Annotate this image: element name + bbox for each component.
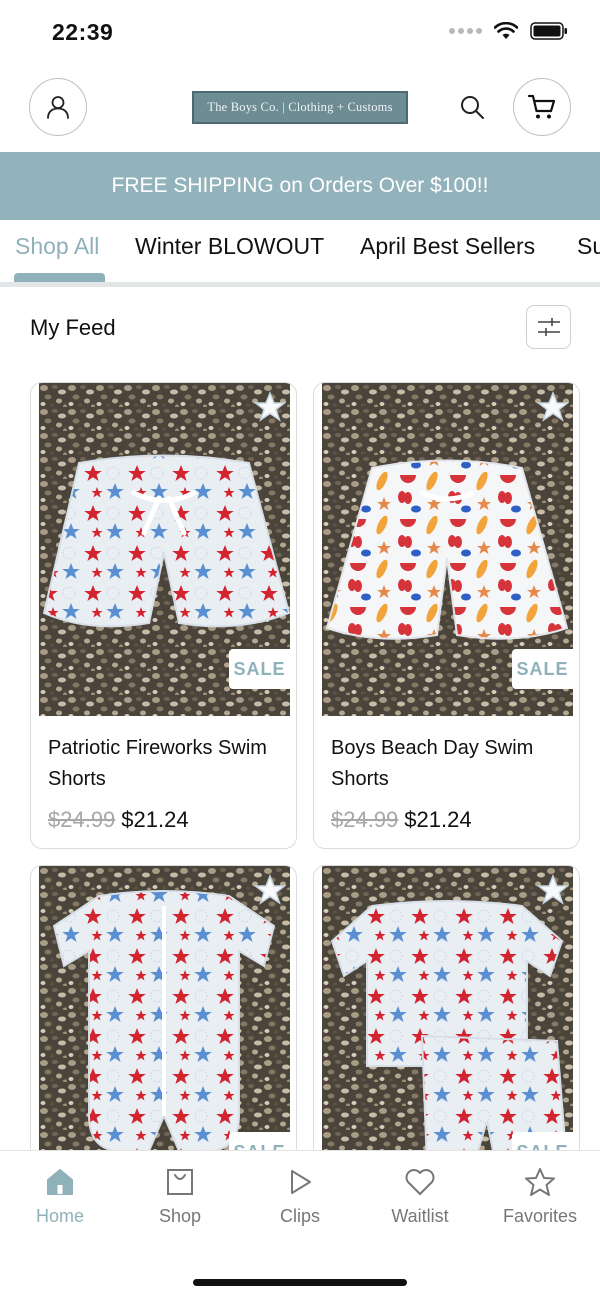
brand-logo-text: The Boys Co. | Clothing + Customs <box>207 100 393 114</box>
nav-favorites[interactable]: Favorites <box>480 1167 600 1227</box>
brand-logo[interactable]: The Boys Co. | Clothing + Customs <box>192 91 408 124</box>
sale-price: $21.24 <box>404 807 472 832</box>
nav-home-label: Home <box>35 1206 84 1226</box>
signal-icon <box>449 28 482 34</box>
promo-banner[interactable]: FREE SHIPPING on Orders Over $100!! <box>0 152 600 220</box>
tab-april-best-sellers[interactable]: April Best Sellers <box>360 233 535 260</box>
active-tab-indicator <box>14 273 105 282</box>
tabs-divider <box>0 282 600 287</box>
search-button[interactable] <box>456 91 488 123</box>
tab-shop-all[interactable]: Shop All <box>15 233 99 260</box>
heart-icon <box>405 1169 435 1195</box>
product-price: $24.99 $21.24 <box>331 807 472 833</box>
original-price: $24.99 <box>48 807 116 832</box>
nav-waitlist-label: Waitlist <box>391 1206 449 1226</box>
feed-title: My Feed <box>30 315 116 340</box>
home-indicator <box>193 1279 407 1286</box>
status-time: 22:39 <box>52 19 114 45</box>
wifi-icon <box>494 22 518 39</box>
sale-price: $21.24 <box>121 807 189 832</box>
promo-banner-text: FREE SHIPPING on Orders Over $100!! <box>111 174 489 197</box>
nav-waitlist[interactable]: Waitlist <box>360 1167 480 1227</box>
favorite-star-icon[interactable] <box>254 874 286 906</box>
sliders-icon <box>537 318 560 336</box>
app-header: The Boys Co. | Clothing + Customs <box>0 62 600 152</box>
original-price: $24.99 <box>331 807 399 832</box>
star-icon <box>525 1168 555 1196</box>
nav-favorites-label: Favorites <box>502 1206 578 1226</box>
product-title[interactable]: Patriotic Fireworks Swim Shorts <box>48 733 283 795</box>
search-icon <box>461 96 484 119</box>
account-icon <box>47 96 69 119</box>
sale-badge: SALE <box>229 649 290 689</box>
product-card[interactable]: SALE Boys Beach Day Swim Shorts $24.99 $2… <box>313 382 580 849</box>
battery-icon <box>530 22 567 40</box>
product-price: $24.99 $21.24 <box>48 807 189 833</box>
cart-icon <box>527 94 556 119</box>
favorite-star-icon[interactable] <box>537 391 569 423</box>
product-title[interactable]: Boys Beach Day Swim Shorts <box>331 733 566 795</box>
product-image[interactable]: SALE <box>322 383 573 716</box>
status-indicators <box>449 22 568 40</box>
cart-button[interactable] <box>513 78 571 136</box>
nav-shop[interactable]: Shop <box>120 1167 240 1227</box>
tab-partial[interactable]: Su <box>577 233 600 260</box>
home-icon <box>47 1169 73 1195</box>
shopping-bag-icon <box>167 1169 193 1195</box>
nav-shop-label: Shop <box>158 1206 202 1226</box>
nav-clips-label: Clips <box>279 1206 320 1226</box>
favorite-star-icon[interactable] <box>254 391 286 423</box>
product-card[interactable]: SALE Patriotic Fireworks Swim Shorts $24… <box>30 382 297 849</box>
nav-clips[interactable]: Clips <box>240 1167 360 1227</box>
sale-badge: SALE <box>512 649 573 689</box>
account-button[interactable] <box>29 78 87 136</box>
favorite-star-icon[interactable] <box>537 874 569 906</box>
tab-winter-blowout[interactable]: Winter BLOWOUT <box>135 233 324 260</box>
product-image[interactable]: SALE <box>39 383 290 716</box>
status-bar: 22:39 <box>0 0 600 62</box>
bottom-nav: Home Shop Clips Waitlist Favorites <box>0 1150 600 1299</box>
nav-home[interactable]: Home <box>0 1167 120 1227</box>
play-icon <box>291 1170 311 1194</box>
category-tabs: Shop All Winter BLOWOUT April Best Selle… <box>0 220 600 282</box>
filter-button[interactable] <box>526 305 571 349</box>
